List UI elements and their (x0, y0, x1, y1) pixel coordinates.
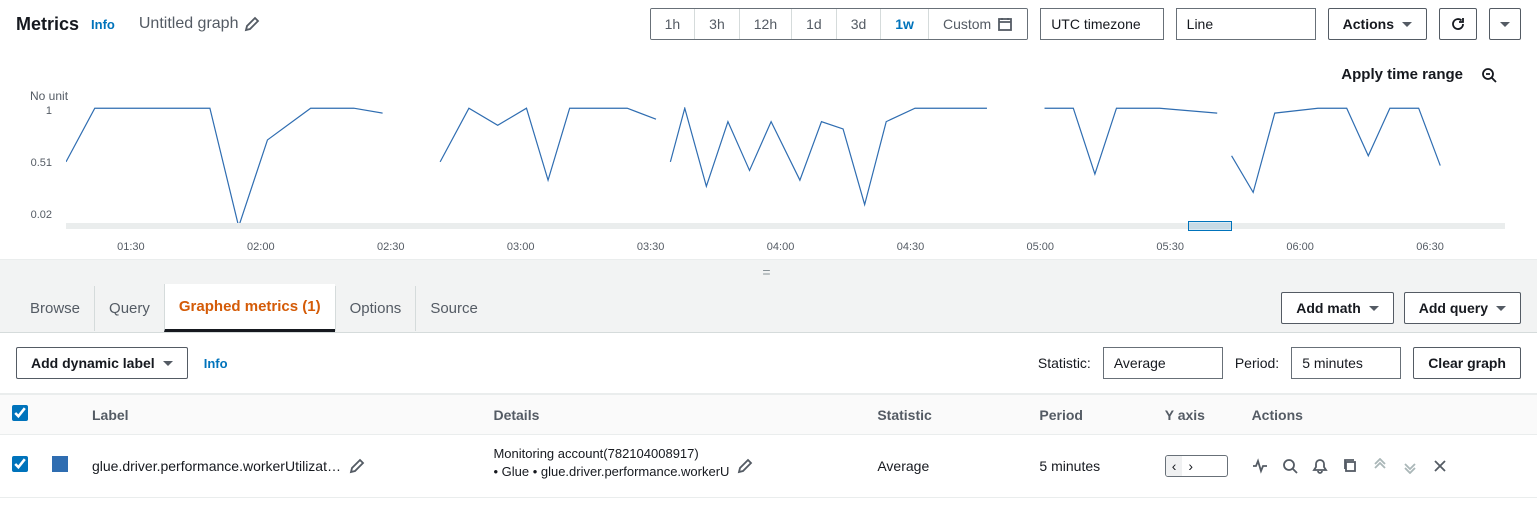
timerange-custom[interactable]: Custom (928, 9, 1027, 39)
timerange-1w[interactable]: 1w (880, 9, 928, 39)
tab-graphed-metrics[interactable]: Graphed metrics (1) (164, 284, 335, 332)
x-tick: 04:00 (767, 241, 795, 253)
caret-down-icon (1496, 306, 1506, 311)
statistic-label: Statistic: (1038, 355, 1091, 371)
calendar-icon (997, 16, 1013, 32)
resize-handle[interactable]: = (0, 259, 1537, 284)
period-select[interactable]: 5 minutes (1291, 347, 1401, 379)
page-title: Metrics (16, 14, 79, 35)
col-statistic: Statistic (865, 395, 1027, 435)
chart-area: Apply time range No unit 1 0.51 0.02 01:… (0, 48, 1537, 259)
yaxis-toggle[interactable]: ‹ › (1165, 455, 1228, 477)
x-tick: 03:30 (637, 241, 665, 253)
move-up-icon[interactable] (1372, 458, 1388, 474)
y-axis-label: No unit (30, 89, 68, 103)
col-period: Period (1027, 395, 1152, 435)
chart-type-select[interactable]: Line (1176, 8, 1316, 40)
row-period-select[interactable]: 5 minutes (1039, 458, 1140, 474)
x-tick: 03:00 (507, 241, 535, 253)
tab-query[interactable]: Query (94, 286, 164, 331)
refresh-button[interactable] (1439, 8, 1477, 40)
period-label: Period: (1235, 355, 1279, 371)
refresh-icon (1450, 16, 1466, 32)
search-icon[interactable] (1282, 458, 1298, 474)
x-tick: 02:00 (247, 241, 275, 253)
col-details: Details (481, 395, 865, 435)
x-tick: 05:30 (1156, 241, 1184, 253)
x-tick: 02:30 (377, 241, 405, 253)
row-statistic-select[interactable]: Average (877, 458, 1015, 474)
close-icon[interactable] (1432, 458, 1448, 474)
timerange-3d[interactable]: 3d (836, 9, 881, 39)
row-details-line1: Monitoring account(782104008917) (493, 445, 729, 463)
table-header-row: Label Details Statistic Period Y axis Ac… (0, 395, 1537, 435)
y-tick: 1 (22, 105, 52, 117)
col-label: Label (80, 395, 481, 435)
add-query-button[interactable]: Add query (1404, 292, 1521, 324)
zoom-reset-icon[interactable] (1481, 67, 1497, 83)
move-down-icon[interactable] (1402, 458, 1418, 474)
row-label: glue.driver.performance.workerUtilizat… (92, 458, 341, 474)
row-actions (1252, 458, 1525, 474)
edit-icon[interactable] (737, 458, 753, 474)
timerange-1d[interactable]: 1d (791, 9, 836, 39)
apply-time-range-button[interactable]: Apply time range (1341, 66, 1463, 83)
controls-row: Add dynamic label Info Statistic: Averag… (0, 333, 1537, 394)
line-series (66, 107, 1505, 229)
activity-icon[interactable] (1252, 458, 1268, 474)
x-tick: 04:30 (897, 241, 925, 253)
time-selection-box[interactable] (1188, 221, 1231, 231)
timerange-3h[interactable]: 3h (694, 9, 739, 39)
timerange-1h[interactable]: 1h (651, 9, 695, 39)
clear-graph-button[interactable]: Clear graph (1413, 347, 1521, 379)
table-row: glue.driver.performance.workerUtilizat… … (0, 435, 1537, 498)
info-link[interactable]: Info (204, 356, 228, 371)
tab-browse[interactable]: Browse (16, 286, 94, 331)
graph-title-text: Untitled graph (139, 15, 239, 33)
chart-type-label: Line (1187, 16, 1213, 32)
time-range-selector: 1h 3h 12h 1d 3d 1w Custom (650, 8, 1029, 40)
caret-down-icon (163, 361, 173, 366)
timerange-12h[interactable]: 12h (739, 9, 791, 39)
caret-down-icon (1500, 22, 1510, 27)
x-tick: 06:30 (1416, 241, 1444, 253)
tab-source[interactable]: Source (415, 286, 492, 331)
timezone-label: UTC timezone (1051, 16, 1140, 32)
series-color-swatch[interactable] (52, 456, 68, 472)
timezone-select[interactable]: UTC timezone (1040, 8, 1163, 40)
col-actions: Actions (1240, 395, 1537, 435)
metrics-table: Label Details Statistic Period Y axis Ac… (0, 394, 1537, 498)
caret-down-icon (1369, 306, 1379, 311)
copy-icon[interactable] (1342, 458, 1358, 474)
baseline (66, 223, 1505, 229)
add-math-button[interactable]: Add math (1281, 292, 1394, 324)
edit-icon[interactable] (244, 16, 260, 32)
y-tick: 0.02 (22, 209, 52, 221)
x-tick: 06:00 (1286, 241, 1314, 253)
alarm-icon[interactable] (1312, 458, 1328, 474)
statistic-select[interactable]: Average (1103, 347, 1223, 379)
row-details-line2: • Glue • glue.driver.performance.workerU (493, 463, 729, 481)
tabs-row: Browse Query Graphed metrics (1) Options… (0, 284, 1537, 333)
x-tick: 05:00 (1027, 241, 1055, 253)
x-tick: 01:30 (117, 241, 145, 253)
yaxis-left[interactable]: ‹ (1166, 456, 1183, 476)
select-all-checkbox[interactable] (12, 405, 28, 421)
plot-region[interactable] (66, 107, 1505, 229)
header-toolbar: Metrics Info Untitled graph 1h 3h 12h 1d… (0, 0, 1537, 48)
col-yaxis: Y axis (1153, 395, 1240, 435)
tab-options[interactable]: Options (335, 286, 416, 331)
row-checkbox[interactable] (12, 456, 28, 472)
more-button[interactable] (1489, 8, 1521, 40)
actions-button[interactable]: Actions (1328, 8, 1427, 40)
graph-title[interactable]: Untitled graph (139, 15, 261, 33)
caret-down-icon (1402, 22, 1412, 27)
yaxis-right[interactable]: › (1182, 456, 1199, 476)
add-dynamic-label-button[interactable]: Add dynamic label (16, 347, 188, 379)
info-link[interactable]: Info (91, 17, 115, 32)
y-tick: 0.51 (22, 157, 52, 169)
edit-icon[interactable] (349, 458, 365, 474)
chart[interactable]: No unit 1 0.51 0.02 01:30 02:00 02:30 03:00… (16, 89, 1521, 259)
